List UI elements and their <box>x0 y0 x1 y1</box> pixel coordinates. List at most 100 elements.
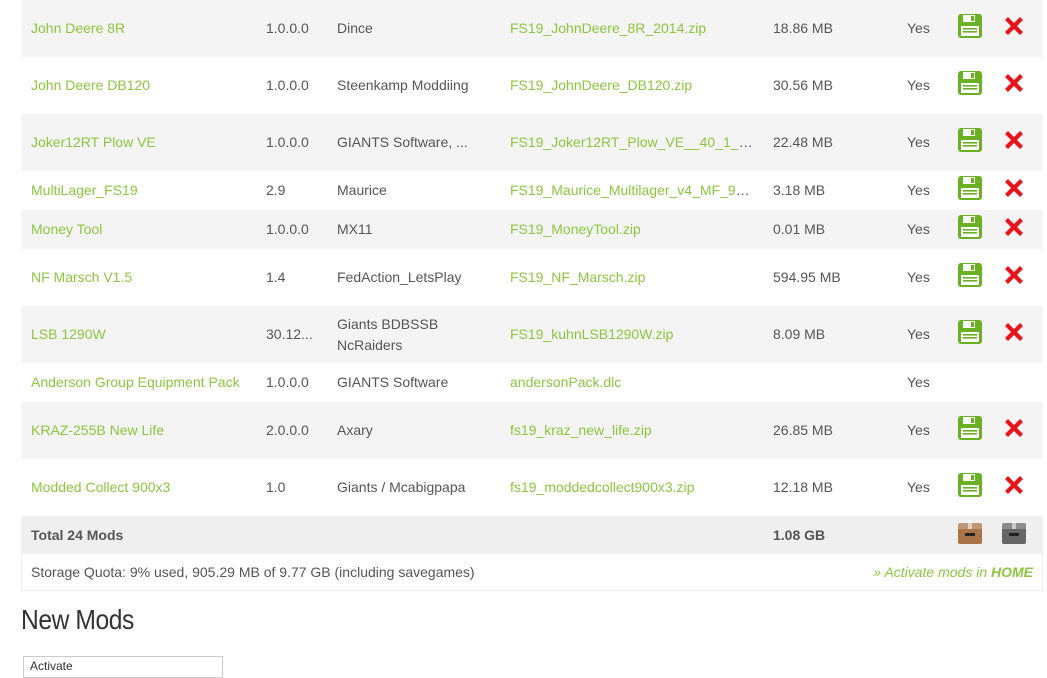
total-size: 1.08 GB <box>763 516 897 554</box>
mod-version: 1.0.0.0 <box>266 221 309 237</box>
mod-author: Steenkamp Moddiing <box>337 77 469 93</box>
save-icon[interactable] <box>957 70 983 102</box>
mod-version: 1.0.0.0 <box>266 20 309 36</box>
mod-row: Money Tool 1.0.0.0 MX11 FS19_MoneyTool.z… <box>21 210 1043 249</box>
mod-file-link[interactable]: FS19_Maurice_Multilager_v4_MF_97... <box>510 182 755 198</box>
mod-active-status: Yes <box>907 374 930 390</box>
save-icon[interactable] <box>957 262 983 294</box>
mod-row: KRAZ-255B New Life 2.0.0.0 Axary fs19_kr… <box>21 402 1043 459</box>
delete-icon[interactable] <box>1002 71 1026 101</box>
mod-active-status: Yes <box>907 77 930 93</box>
save-icon[interactable] <box>957 415 983 447</box>
mods-table: John Deere 8R 1.0.0.0 Dince FS19_JohnDee… <box>21 0 1043 554</box>
mod-active-status: Yes <box>907 134 930 150</box>
mod-file-link[interactable]: fs19_kraz_new_life.zip <box>510 422 652 438</box>
total-row: Total 24 Mods 1.08 GB <box>21 516 1043 554</box>
delete-icon[interactable] <box>1002 263 1026 293</box>
mod-active-status: Yes <box>907 182 930 198</box>
mod-version: 30.12... <box>266 326 313 342</box>
activate-mods-home-link[interactable]: » Activate mods in HOME <box>873 564 1033 580</box>
mod-row: LSB 1290W 30.12... Giants BDBSSB NcRaide… <box>21 306 1043 363</box>
mod-size: 8.09 MB <box>773 326 826 342</box>
save-icon[interactable] <box>957 214 983 246</box>
save-icon[interactable] <box>957 319 983 351</box>
mod-name-link[interactable]: John Deere DB120 <box>31 77 150 93</box>
mod-version: 1.4 <box>266 269 286 285</box>
mod-row: John Deere DB120 1.0.0.0 Steenkamp Moddi… <box>21 57 1043 114</box>
mod-version: 2.9 <box>266 182 286 198</box>
mod-version: 1.0.0.0 <box>266 374 309 390</box>
mod-active-status: Yes <box>907 422 930 438</box>
mod-version: 1.0.0.0 <box>266 134 309 150</box>
mod-name-link[interactable]: Anderson Group Equipment Pack <box>31 374 240 390</box>
mod-active-status: Yes <box>907 269 930 285</box>
mods-panel: John Deere 8R 1.0.0.0 Dince FS19_JohnDee… <box>21 0 1043 591</box>
mod-size: 30.56 MB <box>773 77 833 93</box>
mod-author: Dince <box>337 20 373 36</box>
mod-author: Maurice <box>337 182 387 198</box>
mod-file-link[interactable]: FS19_NF_Marsch.zip <box>510 269 645 285</box>
mod-row: John Deere 8R 1.0.0.0 Dince FS19_JohnDee… <box>21 0 1043 57</box>
mod-name-link[interactable]: Joker12RT Plow VE <box>31 134 156 150</box>
mod-file-link[interactable]: fs19_moddedcollect900x3.zip <box>510 479 694 495</box>
mod-file-link[interactable]: andersonPack.dlc <box>510 374 621 390</box>
mod-file-link[interactable]: FS19_JohnDeere_DB120.zip <box>510 77 692 93</box>
mod-row: Anderson Group Equipment Pack 1.0.0.0 GI… <box>21 363 1043 402</box>
mod-name-link[interactable]: KRAZ-255B New Life <box>31 422 164 438</box>
mod-name-link[interactable]: Modded Collect 900x3 <box>31 479 170 495</box>
delete-icon[interactable] <box>1002 320 1026 350</box>
mod-active-status: Yes <box>907 326 930 342</box>
delete-icon[interactable] <box>1002 473 1026 503</box>
mod-version: 2.0.0.0 <box>266 422 309 438</box>
mod-file-link[interactable]: FS19_Joker12RT_Plow_VE__40_1__41... <box>510 134 763 150</box>
mod-file-link[interactable]: FS19_kuhnLSB1290W.zip <box>510 326 673 342</box>
mod-author: Axary <box>337 422 373 438</box>
delete-icon[interactable] <box>1002 128 1026 158</box>
mod-author: FedAction_LetsPlay <box>337 269 462 285</box>
mod-file-link[interactable]: FS19_MoneyTool.zip <box>510 221 641 237</box>
mod-size: 594.95 MB <box>773 269 841 285</box>
mod-row: MultiLager_FS19 2.9 Maurice FS19_Maurice… <box>21 171 1043 210</box>
save-icon[interactable] <box>957 472 983 504</box>
mod-author: GIANTS Software, ... <box>337 134 468 150</box>
mod-name-link[interactable]: LSB 1290W <box>31 326 106 342</box>
mod-size: 26.85 MB <box>773 422 833 438</box>
delete-icon[interactable] <box>1002 416 1026 446</box>
mod-file-link[interactable]: FS19_JohnDeere_8R_2014.zip <box>510 20 706 36</box>
save-icon[interactable] <box>957 13 983 45</box>
mod-row: Modded Collect 900x3 1.0 Giants / Mcabig… <box>21 459 1043 516</box>
save-icon[interactable] <box>957 175 983 207</box>
new-mods-heading: New Mods <box>21 604 134 635</box>
mod-version: 1.0.0.0 <box>266 77 309 93</box>
mod-size: 18.86 MB <box>773 20 833 36</box>
mod-author: Giants / Mcabigpapa <box>337 479 466 495</box>
mod-version: 1.0 <box>266 479 286 495</box>
mod-active-status: Yes <box>907 221 930 237</box>
delete-icon[interactable] <box>1002 215 1026 245</box>
save-icon[interactable] <box>957 127 983 159</box>
new-mods-select[interactable]: Activate <box>23 656 223 678</box>
mod-name-link[interactable]: John Deere 8R <box>31 20 125 36</box>
mod-size: 3.18 MB <box>773 182 826 198</box>
mod-author: Giants BDBSSB NcRaiders <box>337 315 439 353</box>
delete-icon[interactable] <box>1002 14 1026 44</box>
mod-size <box>763 363 897 402</box>
mod-row: Joker12RT Plow VE 1.0.0.0 GIANTS Softwar… <box>21 114 1043 171</box>
package-archive-icon[interactable] <box>1001 519 1027 551</box>
mod-row: NF Marsch V1.5 1.4 FedAction_LetsPlay FS… <box>21 249 1043 306</box>
mod-author: GIANTS Software <box>337 374 449 390</box>
mod-name-link[interactable]: MultiLager_FS19 <box>31 182 138 198</box>
storage-quota-text: Storage Quota: 9% used, 905.29 MB of 9.7… <box>31 564 475 580</box>
mod-size: 12.18 MB <box>773 479 833 495</box>
delete-icon[interactable] <box>1002 176 1026 206</box>
mod-author: MX11 <box>337 221 373 237</box>
mod-name-link[interactable]: NF Marsch V1.5 <box>31 269 132 285</box>
storage-quota-bar: Storage Quota: 9% used, 905.29 MB of 9.7… <box>21 554 1043 591</box>
mod-active-status: Yes <box>907 20 930 36</box>
mod-size: 0.01 MB <box>773 221 826 237</box>
package-download-icon[interactable] <box>957 519 983 551</box>
mod-size: 22.48 MB <box>773 134 833 150</box>
mod-name-link[interactable]: Money Tool <box>31 221 102 237</box>
mod-active-status: Yes <box>907 479 930 495</box>
total-mods-label: Total 24 Mods <box>21 516 763 554</box>
